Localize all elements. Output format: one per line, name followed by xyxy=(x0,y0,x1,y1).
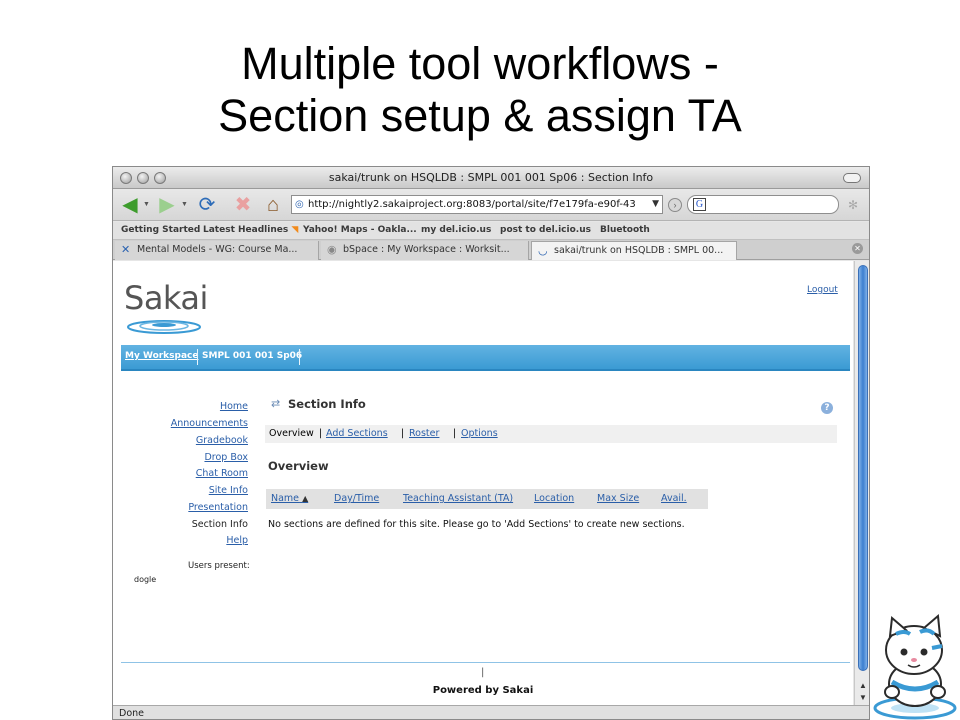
column-location[interactable]: Location xyxy=(534,489,574,509)
bookmark-bluetooth[interactable]: Bluetooth xyxy=(600,222,650,239)
logout-link[interactable]: Logout xyxy=(807,285,838,295)
site-tab-smpl[interactable]: SMPL 001 001 Sp06 xyxy=(202,351,302,361)
slide-title-line-2: Section setup & assign TA xyxy=(218,90,742,141)
column-name[interactable]: Name ▲ xyxy=(271,489,308,509)
reset-tool-icon[interactable]: ⇄ xyxy=(271,397,280,410)
bookmark-my-delicious[interactable]: my del.icio.us xyxy=(421,222,491,239)
present-user: dogle xyxy=(134,575,157,584)
sakai-logo-ripple-icon xyxy=(127,320,201,334)
tool-menu-presentation[interactable]: Presentation xyxy=(188,502,248,513)
bookmark-getting-started[interactable]: Getting Started xyxy=(121,222,200,239)
url-text: http://nightly2.sakaiproject.org:8083/po… xyxy=(308,199,636,210)
tab-label: Mental Models - WG: Course Ma... xyxy=(137,244,298,255)
go-button[interactable]: › xyxy=(668,198,682,212)
empty-sections-message: No sections are defined for this site. P… xyxy=(268,519,685,530)
tab-bspace[interactable]: ◉ bSpace : My Workspace : Worksit... xyxy=(321,241,529,260)
subnav-separator: | xyxy=(319,428,323,439)
title-bar: sakai/trunk on HSQLDB : SMPL 001 001 Sp0… xyxy=(113,167,869,189)
slide-title-line-1: Multiple tool workflows - xyxy=(241,38,719,89)
tab-mental-models[interactable]: ✕ Mental Models - WG: Course Ma... xyxy=(115,241,319,260)
bookmarks-toolbar: Getting Started Latest Headlines ◥ Yahoo… xyxy=(113,222,869,240)
tab-sakai-trunk[interactable]: ◡ sakai/trunk on HSQLDB : SMPL 00... xyxy=(531,241,737,260)
browser-window: sakai/trunk on HSQLDB : SMPL 001 001 Sp0… xyxy=(112,166,870,720)
url-dropdown-icon[interactable]: ▼ xyxy=(652,196,659,213)
vertical-scrollbar[interactable]: ▲ ▼ xyxy=(854,261,869,705)
bookmark-yahoo-maps[interactable]: Yahoo! Maps - Oakla... xyxy=(303,222,417,239)
help-icon[interactable]: ? xyxy=(821,402,833,414)
search-input[interactable]: G xyxy=(687,195,839,214)
users-present-label: Users present: xyxy=(188,561,250,571)
bookmark-latest-headlines[interactable]: Latest Headlines ◥ xyxy=(203,222,298,239)
overview-heading: Overview xyxy=(268,459,329,473)
tool-menu-help[interactable]: Help xyxy=(226,535,248,546)
sort-ascending-icon: ▲ xyxy=(302,494,309,503)
forward-history-dropdown-icon[interactable]: ▼ xyxy=(181,201,188,208)
forward-arrow-icon[interactable]: ▶ xyxy=(155,194,179,216)
subnav-separator: | xyxy=(401,428,405,439)
column-avail[interactable]: Avail. xyxy=(661,489,687,509)
toolbar-toggle-button[interactable] xyxy=(843,173,861,183)
scroll-up-arrow-icon[interactable]: ▲ xyxy=(859,681,867,690)
tool-menu-chat-room[interactable]: Chat Room xyxy=(196,468,248,479)
column-teaching-assistant[interactable]: Teaching Assistant (TA) xyxy=(403,489,513,509)
scrollbar-thumb[interactable] xyxy=(858,265,868,671)
subnav-roster[interactable]: Roster xyxy=(409,425,439,443)
site-tab-divider xyxy=(197,349,198,365)
sections-table-header: Name ▲ Day/Time Teaching Assistant (TA) … xyxy=(266,489,708,509)
tab-bar: ✕ Mental Models - WG: Course Ma... ◉ bSp… xyxy=(113,240,869,260)
sakai-logo: Sakai xyxy=(124,279,214,337)
tool-menu-section-info: Section Info xyxy=(191,519,248,530)
site-identity-icon: ◎ xyxy=(295,199,304,210)
sakai-mascot-cat-icon xyxy=(873,613,957,720)
home-icon[interactable]: ⌂ xyxy=(261,194,285,216)
powered-by-text: Powered by Sakai xyxy=(432,685,534,696)
column-max-size[interactable]: Max Size xyxy=(597,489,639,509)
tab-favicon-icon: ✕ xyxy=(121,243,131,256)
tool-menu-drop-box[interactable]: Drop Box xyxy=(204,452,248,463)
back-arrow-icon[interactable]: ◀ xyxy=(118,194,142,216)
navigation-toolbar: ◀ ▼ ▶ ▼ ⟳ ✖ ⌂ ◎ http://nightly2.sakaipro… xyxy=(113,189,869,221)
site-navigation-bar: My Workspace SMPL 001 001 Sp06 xyxy=(121,345,850,371)
subnav-add-sections[interactable]: Add Sections xyxy=(326,425,388,443)
column-day-time[interactable]: Day/Time xyxy=(334,489,379,509)
window-title: sakai/trunk on HSQLDB : SMPL 001 001 Sp0… xyxy=(328,171,654,184)
tool-title: Section Info xyxy=(288,397,366,411)
bookmark-post-to-delicious[interactable]: post to del.icio.us xyxy=(500,222,591,239)
subnav-overview: Overview xyxy=(269,428,314,439)
subnav-separator: | xyxy=(453,428,457,439)
reload-icon[interactable]: ⟳ xyxy=(195,194,219,216)
close-tab-icon[interactable]: ✕ xyxy=(852,243,863,254)
tool-menu-announcements[interactable]: Announcements xyxy=(171,418,248,429)
back-history-dropdown-icon[interactable]: ▼ xyxy=(143,201,150,208)
tool-menu-site-info[interactable]: Site Info xyxy=(209,485,248,496)
page-content: Sakai Logout My Workspace SMPL 001 001 S… xyxy=(113,261,853,705)
section-info-subnav: Overview | Add Sections | Roster | Optio… xyxy=(265,425,837,443)
tool-menu-gradebook[interactable]: Gradebook xyxy=(196,435,248,446)
url-input[interactable]: ◎ http://nightly2.sakaiproject.org:8083/… xyxy=(291,195,663,214)
scroll-down-arrow-icon[interactable]: ▼ xyxy=(859,693,867,702)
tool-menu-home[interactable]: Home xyxy=(220,401,248,412)
footer-divider xyxy=(121,662,850,663)
site-tab-my-workspace[interactable]: My Workspace xyxy=(125,351,198,361)
bookmark-latest-headlines-label: Latest Headlines xyxy=(203,225,289,235)
slide-title: Multiple tool workflows - Section setup … xyxy=(0,38,960,142)
tab-favicon-icon: ◉ xyxy=(327,243,337,256)
subnav-options[interactable]: Options xyxy=(461,425,498,443)
status-bar: Done xyxy=(113,705,869,719)
site-tab-divider xyxy=(299,349,300,365)
rss-feed-icon: ◥ xyxy=(291,225,299,235)
tab-label: sakai/trunk on HSQLDB : SMPL 00... xyxy=(554,245,724,256)
tab-favicon-icon: ◡ xyxy=(538,244,548,257)
footer-separator: | xyxy=(481,667,485,678)
status-text: Done xyxy=(119,708,144,719)
activity-spinner-icon: ✻ xyxy=(848,198,859,212)
google-search-engine-icon[interactable]: G xyxy=(693,198,706,211)
tab-label: bSpace : My Workspace : Worksit... xyxy=(343,244,510,255)
column-name-label: Name xyxy=(271,493,300,504)
stop-icon[interactable]: ✖ xyxy=(231,194,255,216)
